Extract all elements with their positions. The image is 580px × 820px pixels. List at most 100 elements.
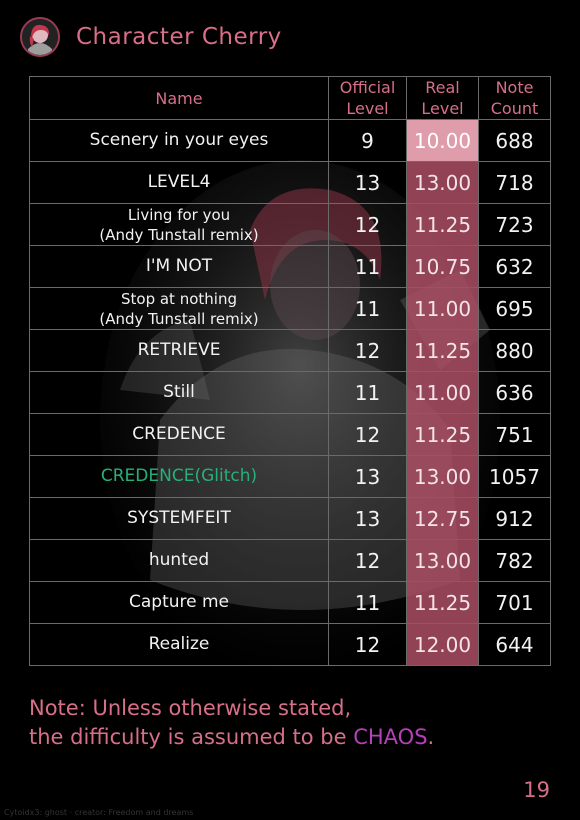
song-name: I'M NOT [29, 245, 329, 288]
song-name-line1: Still [163, 382, 195, 402]
real-level: 11.25 [406, 203, 479, 246]
table-row: Capture me 11 11.25 701 [29, 581, 551, 624]
table-row: CREDENCE(Glitch) 13 13.00 1057 [29, 455, 551, 498]
footnote-line1: Note: Unless otherwise stated, [29, 696, 352, 720]
header-note-line2: Count [490, 99, 539, 118]
real-level: 11.25 [406, 413, 479, 456]
song-name: CREDENCE [29, 413, 329, 456]
official-level: 11 [328, 287, 407, 330]
note-count: 688 [478, 119, 551, 162]
table-row: RETRIEVE 12 11.25 880 [29, 329, 551, 372]
song-name-line1: Realize [148, 634, 210, 654]
song-name: Living for you (Andy Tunstall remix) [29, 203, 329, 246]
note-count: 718 [478, 161, 551, 204]
song-name: CREDENCE(Glitch) [29, 455, 329, 498]
table-row: Scenery in your eyes 9 10.00 688 [29, 119, 551, 162]
song-name-line2: (Andy Tunstall remix) [99, 309, 259, 328]
song-name-line1: Scenery in your eyes [89, 130, 269, 150]
song-name-line1: SYSTEMFEIT [127, 508, 231, 528]
official-level: 11 [328, 581, 407, 624]
note-count: 632 [478, 245, 551, 288]
song-name: Still [29, 371, 329, 414]
real-level: 11.00 [406, 287, 479, 330]
footnote-line2-suffix: . [427, 725, 435, 749]
header-official-level: Official Level [328, 76, 407, 120]
table-row: hunted 12 13.00 782 [29, 539, 551, 582]
note-count: 636 [478, 371, 551, 414]
official-level: 12 [328, 539, 407, 582]
song-name-line1: I'M NOT [145, 256, 213, 276]
page-title: Character Cherry [76, 24, 282, 50]
footnote-line2-prefix: the difficulty is assumed to be [29, 725, 354, 749]
real-level: 12.00 [406, 623, 479, 666]
official-level: 12 [328, 203, 407, 246]
song-name-line2: (Andy Tunstall remix) [99, 225, 259, 244]
song-name-line1: hunted [148, 550, 210, 570]
table-row: Realize 12 12.00 644 [29, 623, 551, 666]
song-name: SYSTEMFEIT [29, 497, 329, 540]
official-level: 12 [328, 413, 407, 456]
official-level: 13 [328, 497, 407, 540]
header-official-line2: Level [346, 99, 389, 118]
real-level: 11.00 [406, 371, 479, 414]
official-level: 13 [328, 161, 407, 204]
song-name-line1: Stop at nothing [121, 289, 237, 308]
official-level: 12 [328, 329, 407, 372]
table-row: LEVEL4 13 13.00 718 [29, 161, 551, 204]
note-count: 1057 [478, 455, 551, 498]
table-row: SYSTEMFEIT 13 12.75 912 [29, 497, 551, 540]
song-name-line1: CREDENCE(Glitch) [100, 466, 258, 486]
table-row: Stop at nothing (Andy Tunstall remix) 11… [29, 287, 551, 330]
table-row: Living for you (Andy Tunstall remix) 12 … [29, 203, 551, 246]
official-level: 11 [328, 371, 407, 414]
table-row: I'M NOT 11 10.75 632 [29, 245, 551, 288]
real-level: 11.25 [406, 581, 479, 624]
page-number: 19 [523, 778, 550, 802]
header-note-count: Note Count [478, 76, 551, 120]
table-header-row: Name Official Level Real Level Note Coun… [29, 76, 551, 120]
chaos-difficulty-label: CHAOS [353, 725, 428, 749]
real-level: 12.75 [406, 497, 479, 540]
header-official-line1: Official [339, 78, 396, 97]
song-table: Name Official Level Real Level Note Coun… [29, 76, 551, 666]
song-name: LEVEL4 [29, 161, 329, 204]
table-row: Still 11 11.00 636 [29, 371, 551, 414]
note-count: 782 [478, 539, 551, 582]
difficulty-footnote: Note: Unless otherwise stated, the diffi… [29, 694, 434, 752]
song-name-line1: RETRIEVE [137, 340, 221, 360]
real-level: 13.00 [406, 455, 479, 498]
real-level: 10.00 [406, 119, 479, 162]
official-level: 13 [328, 455, 407, 498]
note-count: 701 [478, 581, 551, 624]
song-name: Stop at nothing (Andy Tunstall remix) [29, 287, 329, 330]
song-name-line1: Capture me [128, 592, 230, 612]
header-name: Name [29, 76, 329, 120]
song-name: Realize [29, 623, 329, 666]
song-name-line1: LEVEL4 [147, 172, 211, 192]
table-row: CREDENCE 12 11.25 751 [29, 413, 551, 456]
official-level: 11 [328, 245, 407, 288]
image-credit: Cytoidx3: ghost · creator: Freedom and d… [4, 808, 194, 817]
real-level: 13.00 [406, 161, 479, 204]
song-name-line1: CREDENCE [132, 424, 226, 444]
note-count: 912 [478, 497, 551, 540]
note-count: 644 [478, 623, 551, 666]
note-count: 880 [478, 329, 551, 372]
official-level: 9 [328, 119, 407, 162]
header-note-line1: Note [495, 78, 534, 97]
song-name: Capture me [29, 581, 329, 624]
header-real-line1: Real [425, 78, 460, 97]
official-level: 12 [328, 623, 407, 666]
note-count: 695 [478, 287, 551, 330]
song-name: RETRIEVE [29, 329, 329, 372]
note-count: 751 [478, 413, 551, 456]
header-real-line2: Level [421, 99, 464, 118]
real-level: 11.25 [406, 329, 479, 372]
note-count: 723 [478, 203, 551, 246]
real-level: 13.00 [406, 539, 479, 582]
song-name: Scenery in your eyes [29, 119, 329, 162]
header-real-level: Real Level [406, 76, 479, 120]
song-name: hunted [29, 539, 329, 582]
page-header: Character Cherry [20, 15, 282, 59]
song-name-line1: Living for you [127, 205, 231, 224]
